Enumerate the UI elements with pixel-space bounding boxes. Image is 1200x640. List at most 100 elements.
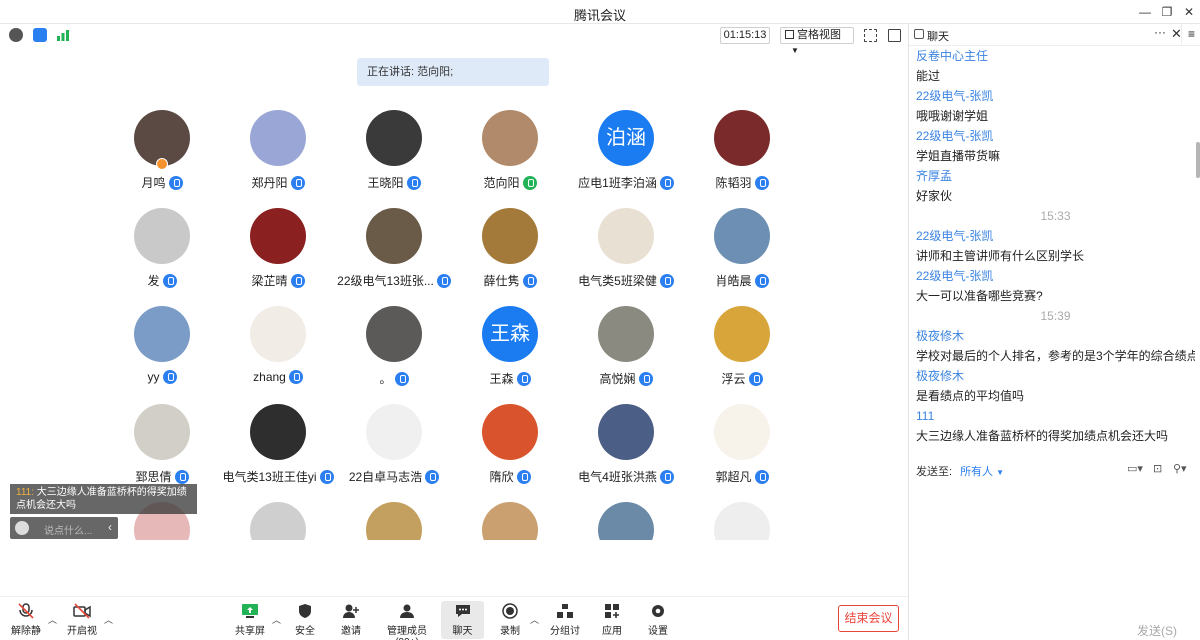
- chat-toast[interactable]: 111: 大三边缘人准备蓝桥杯的得奖加绩点机会还大吗: [10, 484, 197, 514]
- breakout-label: 分组讨论: [550, 626, 580, 637]
- settings-button[interactable]: 设置: [646, 603, 670, 637]
- participant-tile[interactable]: 梁芷晴: [220, 204, 336, 302]
- quick-chat-input[interactable]: 说点什么... ‹: [10, 517, 118, 539]
- send-button[interactable]: 发送(S): [1137, 622, 1177, 639]
- info-icon[interactable]: [9, 28, 23, 42]
- participant-tile[interactable]: [452, 498, 568, 540]
- menu-icon[interactable]: ≡: [1181, 24, 1200, 46]
- chat-button[interactable]: 聊天: [441, 601, 484, 639]
- participant-name-text: 电气类5班梁健: [578, 274, 657, 288]
- chevron-left-icon[interactable]: ‹: [108, 520, 112, 534]
- avatar: [250, 502, 306, 540]
- participant-name: 肖皓晨: [684, 272, 800, 289]
- emoji-icon[interactable]: [15, 521, 29, 535]
- end-meeting-button[interactable]: 结束会议: [838, 605, 899, 632]
- mic-icon: [174, 470, 189, 484]
- grid-icon: [785, 30, 794, 39]
- participant-tile[interactable]: 郭超凡: [684, 400, 800, 498]
- video-caret-icon[interactable]: ︿: [104, 613, 113, 626]
- participant-tile[interactable]: 王森 王森: [452, 302, 568, 400]
- participant-name: 隋欣: [452, 468, 568, 485]
- layout-icon[interactable]: [888, 29, 901, 42]
- participant-tile[interactable]: 。: [336, 302, 452, 400]
- participant-tile[interactable]: yy: [104, 302, 220, 400]
- chat-panel: 聊天 ··· ✕ ≡ 反卷中心主任 能过 22级电气-张凯 哦哦谢谢学姐 22级电气-张…: [908, 24, 1200, 640]
- chat-sender[interactable]: 反卷中心主任: [916, 46, 1195, 66]
- participant-tile[interactable]: 高悦娴: [568, 302, 684, 400]
- participant-tile[interactable]: [684, 498, 800, 540]
- participant-tile[interactable]: 王晓阳: [336, 106, 452, 204]
- participant-tile[interactable]: [568, 498, 684, 540]
- participant-tile[interactable]: 肖皓晨: [684, 204, 800, 302]
- avatar: 王森: [482, 306, 538, 362]
- send-to-value[interactable]: 所有人: [960, 466, 993, 478]
- minimize-icon[interactable]: —: [1136, 3, 1154, 21]
- signal-icon[interactable]: [56, 28, 70, 42]
- participant-tile[interactable]: 22级电气13班张...: [336, 204, 452, 302]
- chat-sender[interactable]: 22级电气-张凯: [916, 126, 1195, 146]
- participant-name: 郅思倩: [104, 468, 220, 485]
- security-button[interactable]: 安全: [292, 603, 318, 637]
- chat-sender[interactable]: 极夜修木: [916, 366, 1195, 386]
- participant-tile[interactable]: 22自卓马志浩: [336, 400, 452, 498]
- avatar: [482, 502, 538, 540]
- participant-tile[interactable]: 浮云: [684, 302, 800, 400]
- shield-icon[interactable]: [33, 28, 47, 42]
- more-icon[interactable]: ···: [1154, 25, 1166, 39]
- invite-button[interactable]: 邀请: [338, 603, 364, 637]
- members-label: 管理成员(99+): [387, 626, 427, 640]
- avatar: [250, 404, 306, 460]
- user-select-icon[interactable]: ⚲▾: [1173, 462, 1187, 475]
- participant-tile[interactable]: 电气类13班王佳yi: [220, 400, 336, 498]
- participant-tile[interactable]: 月鸣: [104, 106, 220, 204]
- participant-name: 王森: [452, 370, 568, 387]
- chat-message: 讲师和主管讲师有什么区别学长: [916, 249, 1085, 263]
- participant-name-text: 陈韬羽: [715, 176, 752, 190]
- participant-tile[interactable]: 电气4班张洪燕: [568, 400, 684, 498]
- chat-header: 聊天 ··· ✕ ≡: [909, 24, 1200, 46]
- participant-name-text: 。: [379, 372, 392, 386]
- chat-sender[interactable]: 22级电气-张凯: [916, 226, 1195, 246]
- manage-members-button[interactable]: 管理成员(99+): [378, 603, 436, 640]
- participant-tile[interactable]: 陈韬羽: [684, 106, 800, 204]
- participant-name-text: 郭超凡: [715, 470, 752, 484]
- participant-name: 高悦娴: [568, 370, 684, 387]
- fullscreen-icon[interactable]: [864, 29, 877, 42]
- video-button[interactable]: 开启视频: [64, 603, 100, 640]
- avatar: [714, 208, 770, 264]
- share-screen-button[interactable]: 共享屏幕: [231, 603, 269, 640]
- apps-button[interactable]: 应用: [600, 603, 624, 637]
- participant-tile[interactable]: 发: [104, 204, 220, 302]
- screenshot-icon[interactable]: ⊡: [1153, 462, 1162, 475]
- record-caret-icon[interactable]: ︿: [530, 613, 539, 626]
- chat-message: 哦哦谢谢学姐: [916, 109, 989, 123]
- breakout-button[interactable]: 分组讨论: [546, 603, 584, 640]
- mic-icon: [516, 470, 531, 484]
- view-mode-select[interactable]: 宫格视图 ▼: [780, 27, 854, 55]
- chat-sender[interactable]: 22级电气-张凯: [916, 266, 1195, 286]
- mute-button[interactable]: 解除静音: [8, 603, 44, 640]
- close-icon[interactable]: ✕: [1180, 3, 1198, 21]
- record-button[interactable]: 录制: [498, 603, 522, 637]
- chat-sender[interactable]: 111: [916, 406, 1195, 426]
- participant-tile[interactable]: [336, 498, 452, 540]
- participant-tile[interactable]: 郑丹阳: [220, 106, 336, 204]
- share-caret-icon[interactable]: ︿: [272, 613, 281, 626]
- chat-sender[interactable]: 齐厚孟: [916, 166, 1195, 186]
- participant-tile[interactable]: 薛仕隽: [452, 204, 568, 302]
- mute-caret-icon[interactable]: ︿: [48, 613, 57, 626]
- participant-tile[interactable]: [220, 498, 336, 540]
- participant-tile[interactable]: zhang: [220, 302, 336, 400]
- participant-tile[interactable]: 电气类5班梁健: [568, 204, 684, 302]
- chat-scrollbar[interactable]: [1196, 142, 1200, 178]
- chat-sender[interactable]: 22级电气-张凯: [916, 86, 1195, 106]
- chat-title: 聊天: [927, 31, 949, 43]
- participant-tile[interactable]: 隋欣: [452, 400, 568, 498]
- participant-tile[interactable]: 范向阳: [452, 106, 568, 204]
- chat-sender[interactable]: 极夜修木: [916, 326, 1195, 346]
- restore-icon[interactable]: ❐: [1158, 3, 1176, 21]
- send-to[interactable]: 发送至: 所有人 ▼: [916, 463, 1004, 479]
- chat-message-list[interactable]: 反卷中心主任 能过 22级电气-张凯 哦哦谢谢学姐 22级电气-张凯 学姐直播带货嘛 齐厚孟…: [909, 46, 1195, 460]
- participant-tile[interactable]: 泊涵 应电1班李泊涵: [568, 106, 684, 204]
- folder-icon[interactable]: ▭▾: [1127, 462, 1143, 475]
